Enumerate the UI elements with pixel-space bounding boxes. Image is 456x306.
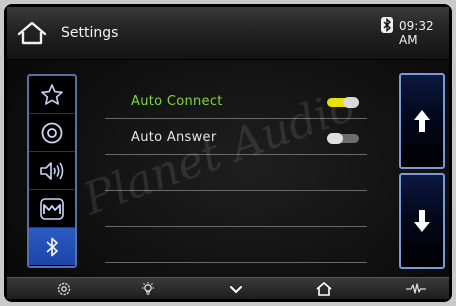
chevron-down-icon [230,286,242,294]
row-divider [105,226,367,227]
home-button[interactable] [15,19,49,47]
toggle-knob [343,97,359,108]
scroll-up-button[interactable] [399,73,445,169]
collapse-button[interactable] [221,278,251,299]
device-frame: Settings 09:32 AM Auto Connect Auto Answ… [4,4,452,302]
setting-row-auto-answer[interactable]: Auto Answer [105,121,367,155]
rail-item-bluetooth[interactable] [29,228,75,265]
bluetooth-status-icon [381,17,393,33]
row-divider [105,262,367,263]
brightness-button[interactable] [133,278,163,299]
bluetooth-icon [46,237,58,256]
home-icon [316,282,332,296]
star-icon [41,83,63,105]
header-bar: Settings 09:32 AM [7,7,449,60]
empty-row [105,229,367,263]
speaker-icon [40,161,64,180]
settings-gear-icon [57,282,71,296]
empty-row [105,193,367,227]
rail-item-favorites[interactable] [29,76,75,114]
page-title: Settings [61,25,119,41]
mountain-logo-icon [40,197,64,220]
clock: 09:32 AM [399,19,434,47]
auto-answer-toggle[interactable] [327,133,359,144]
home-bottom-button[interactable] [309,278,339,299]
empty-row [105,157,367,191]
settings-list: Auto Connect Auto Answer [105,85,367,275]
screen: Settings 09:32 AM Auto Connect Auto Answ… [7,7,449,299]
arrow-down-icon [414,210,430,232]
toggle-knob [327,133,343,144]
arrow-up-icon [414,110,430,132]
settings-button[interactable] [49,278,79,299]
row-divider [105,118,367,119]
audio-eq-button[interactable] [401,278,431,299]
rail-item-disc[interactable] [29,114,75,152]
source-rail [27,74,77,268]
scroll-down-button[interactable] [399,173,445,269]
bottom-bar [7,277,449,299]
rail-item-audio[interactable] [29,152,75,190]
setting-label: Auto Connect [131,94,223,109]
row-divider [105,190,367,191]
rail-item-logo[interactable] [29,190,75,228]
disc-icon [41,122,63,143]
home-icon [17,21,47,45]
auto-connect-toggle[interactable] [327,97,359,108]
row-divider [105,154,367,155]
brightness-icon [142,282,154,295]
waveform-icon [406,283,426,294]
setting-label: Auto Answer [131,130,217,145]
setting-row-auto-connect[interactable]: Auto Connect [105,85,367,119]
